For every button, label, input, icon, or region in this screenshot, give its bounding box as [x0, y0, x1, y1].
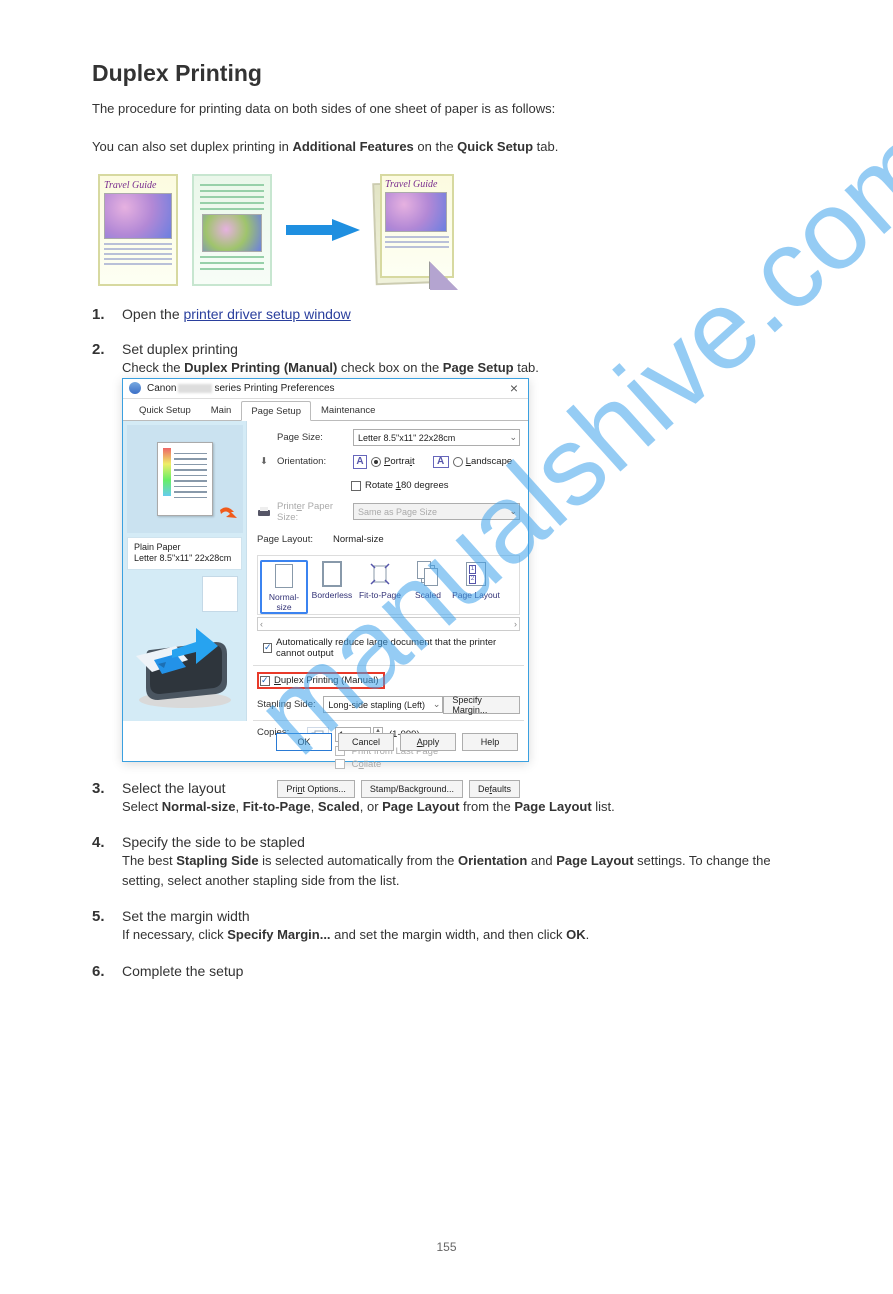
layout-borderless[interactable]: Borderless — [308, 560, 356, 614]
illus-duplex-result: Travel Guide — [374, 174, 456, 286]
printer-driver-setup-link[interactable]: printer driver setup window — [184, 306, 351, 322]
page-title: Duplex Printing — [92, 60, 801, 87]
tab-maintenance[interactable]: Maintenance — [311, 400, 385, 420]
layout-scaled[interactable]: Scaled — [404, 560, 452, 614]
dialog-button-row: OK Cancel Apply Help — [123, 727, 528, 761]
page-layout-options: Normal-size Borderless Fit-to-Page Scale… — [257, 555, 520, 615]
duplex-checkbox[interactable] — [260, 676, 270, 686]
landscape-label: Landscape — [466, 456, 513, 467]
rotate-180-label: Rotate 180 degrees — [365, 480, 448, 491]
preview-paper-label: Plain Paper Letter 8.5"x11" 22x28cm — [127, 537, 242, 570]
orientation-label: Orientation: — [277, 456, 353, 467]
duplex-illustration: Travel Guide Travel Guide — [98, 174, 801, 286]
page-size-combo[interactable]: Letter 8.5"x11" 22x28cm⌄ — [353, 429, 520, 446]
printer-app-icon — [129, 382, 141, 394]
quick-setup-note: You can also set duplex printing in Addi… — [92, 137, 801, 157]
stapling-side-combo[interactable]: Long-side stapling (Left)⌄ — [323, 696, 443, 713]
ok-button[interactable]: OK — [276, 733, 332, 751]
page-number: 155 — [92, 1240, 801, 1254]
tab-page-setup[interactable]: Page Setup — [241, 401, 311, 421]
illus-page-back — [192, 174, 272, 286]
chevron-down-icon: ⌄ — [433, 699, 441, 710]
orientation-icon: ⬇ — [257, 455, 271, 469]
step-5: 5. Set the margin width — [92, 908, 801, 925]
arrow-icon — [286, 219, 360, 241]
apply-button[interactable]: Apply — [400, 733, 456, 751]
landscape-radio[interactable] — [453, 457, 463, 467]
step-1: 1. Open the printer driver setup window — [92, 306, 801, 323]
step-5-body: If necessary, click Specify Margin... an… — [122, 925, 801, 945]
auto-reduce-checkbox[interactable] — [263, 643, 272, 653]
stamp-background-button[interactable]: Stamp/Background... — [361, 780, 463, 798]
layout-fit-to-page[interactable]: Fit-to-Page — [356, 560, 404, 614]
printer-paper-size-combo[interactable]: Same as Page Size⌄ — [353, 503, 520, 520]
step-2: 2. Set duplex printing — [92, 341, 801, 358]
printer-icon — [257, 505, 271, 519]
step-4: 4. Specify the side to be stapled — [92, 834, 801, 851]
printer-paper-size-label: Printer Paper Size: — [277, 501, 353, 523]
duplex-highlight: Duplex Printing (Manual) — [257, 672, 385, 689]
intro-text: The procedure for printing data on both … — [92, 99, 801, 119]
specify-margin-button[interactable]: Specify Margin... — [443, 696, 520, 714]
step-6: 6. Complete the setup — [92, 963, 801, 980]
dialog-preview-panel: Plain Paper Letter 8.5"x11" 22x28cm — [123, 421, 247, 721]
auto-reduce-label: Automatically reduce large document that… — [276, 637, 520, 659]
rotate-180-checkbox[interactable] — [351, 481, 361, 491]
blank-thumb — [202, 576, 238, 612]
layout-page-layout[interactable]: 12Page Layout — [452, 560, 500, 614]
defaults-button[interactable]: Defaults — [469, 780, 520, 798]
cancel-button[interactable]: Cancel — [338, 733, 394, 751]
layout-scrollbar[interactable]: ‹› — [257, 617, 520, 631]
dialog-tabs: Quick Setup Main Page Setup Maintenance — [123, 399, 528, 421]
print-options-button[interactable]: Print Options... — [277, 780, 355, 798]
illus-page-front: Travel Guide — [98, 174, 178, 286]
duplex-label: Duplex Printing (Manual) — [274, 675, 379, 686]
step-2-body: Check the Duplex Printing (Manual) check… — [122, 358, 801, 378]
page-layout-value: Normal-size — [333, 534, 384, 545]
close-icon[interactable]: × — [506, 380, 522, 396]
landscape-a-icon: A — [433, 456, 449, 468]
monitor-icon — [257, 431, 271, 445]
tab-main[interactable]: Main — [201, 400, 242, 420]
step-4-body: The best Stapling Side is selected autom… — [122, 851, 801, 890]
page-layout-label: Page Layout: — [257, 534, 333, 545]
page-preview — [127, 425, 243, 533]
stapling-side-label: Stapling Side: — [257, 699, 323, 710]
dialog-titlebar: Canon series Printing Preferences × — [123, 379, 528, 399]
flip-arrow-icon — [217, 506, 237, 529]
layout-normal-size[interactable]: Normal-size — [260, 560, 308, 614]
printing-preferences-dialog: Canon series Printing Preferences × Quic… — [122, 378, 529, 762]
page-size-label: Page Size: — [277, 432, 353, 443]
tab-quick-setup[interactable]: Quick Setup — [129, 400, 201, 420]
chevron-down-icon: ⌄ — [509, 432, 517, 443]
portrait-a-icon: A — [353, 455, 367, 469]
step-3-body: Select Normal-size, Fit-to-Page, Scaled,… — [122, 797, 801, 817]
help-button[interactable]: Help — [462, 733, 518, 751]
portrait-radio[interactable] — [371, 457, 381, 467]
printer-graphic — [127, 616, 242, 717]
chevron-down-icon: ⌄ — [509, 506, 517, 517]
